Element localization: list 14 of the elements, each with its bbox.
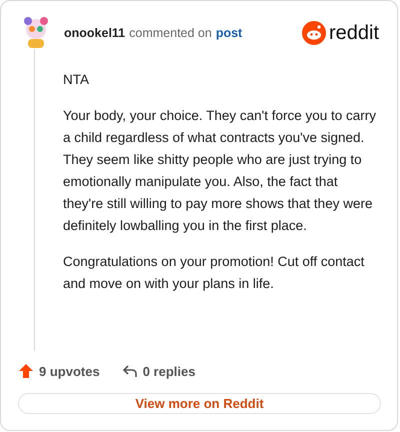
comment-paragraph: Your body, your choice. They can't force you to carry a child regardless of what contracts you've signed. They seem like shitty people who are just trying to emotionally manipulate you. Also, the fact that they're still willing to pay more shows that they were definitely lowballing you in the first place. xyxy=(63,107,377,235)
brand-name: reddit xyxy=(328,22,379,44)
avatar-icon xyxy=(22,17,50,49)
post-link[interactable]: post xyxy=(216,26,242,40)
action-text: commented on xyxy=(129,26,212,40)
comment-paragraph: NTA xyxy=(63,71,90,89)
reddit-logo-icon xyxy=(302,21,326,45)
reply-arrow-icon xyxy=(122,363,138,379)
view-more-button[interactable]: View more on Reddit xyxy=(18,393,381,414)
upvotes-count: 9 upvotes xyxy=(18,363,100,379)
comment-paragraph: Congratulations on your promotion! Cut off contact and move on with your plans in life. xyxy=(63,253,366,293)
replies-count: 0 replies xyxy=(122,363,196,379)
author-name[interactable]: onookel11 xyxy=(64,26,126,40)
upvote-arrow-icon xyxy=(18,363,34,379)
